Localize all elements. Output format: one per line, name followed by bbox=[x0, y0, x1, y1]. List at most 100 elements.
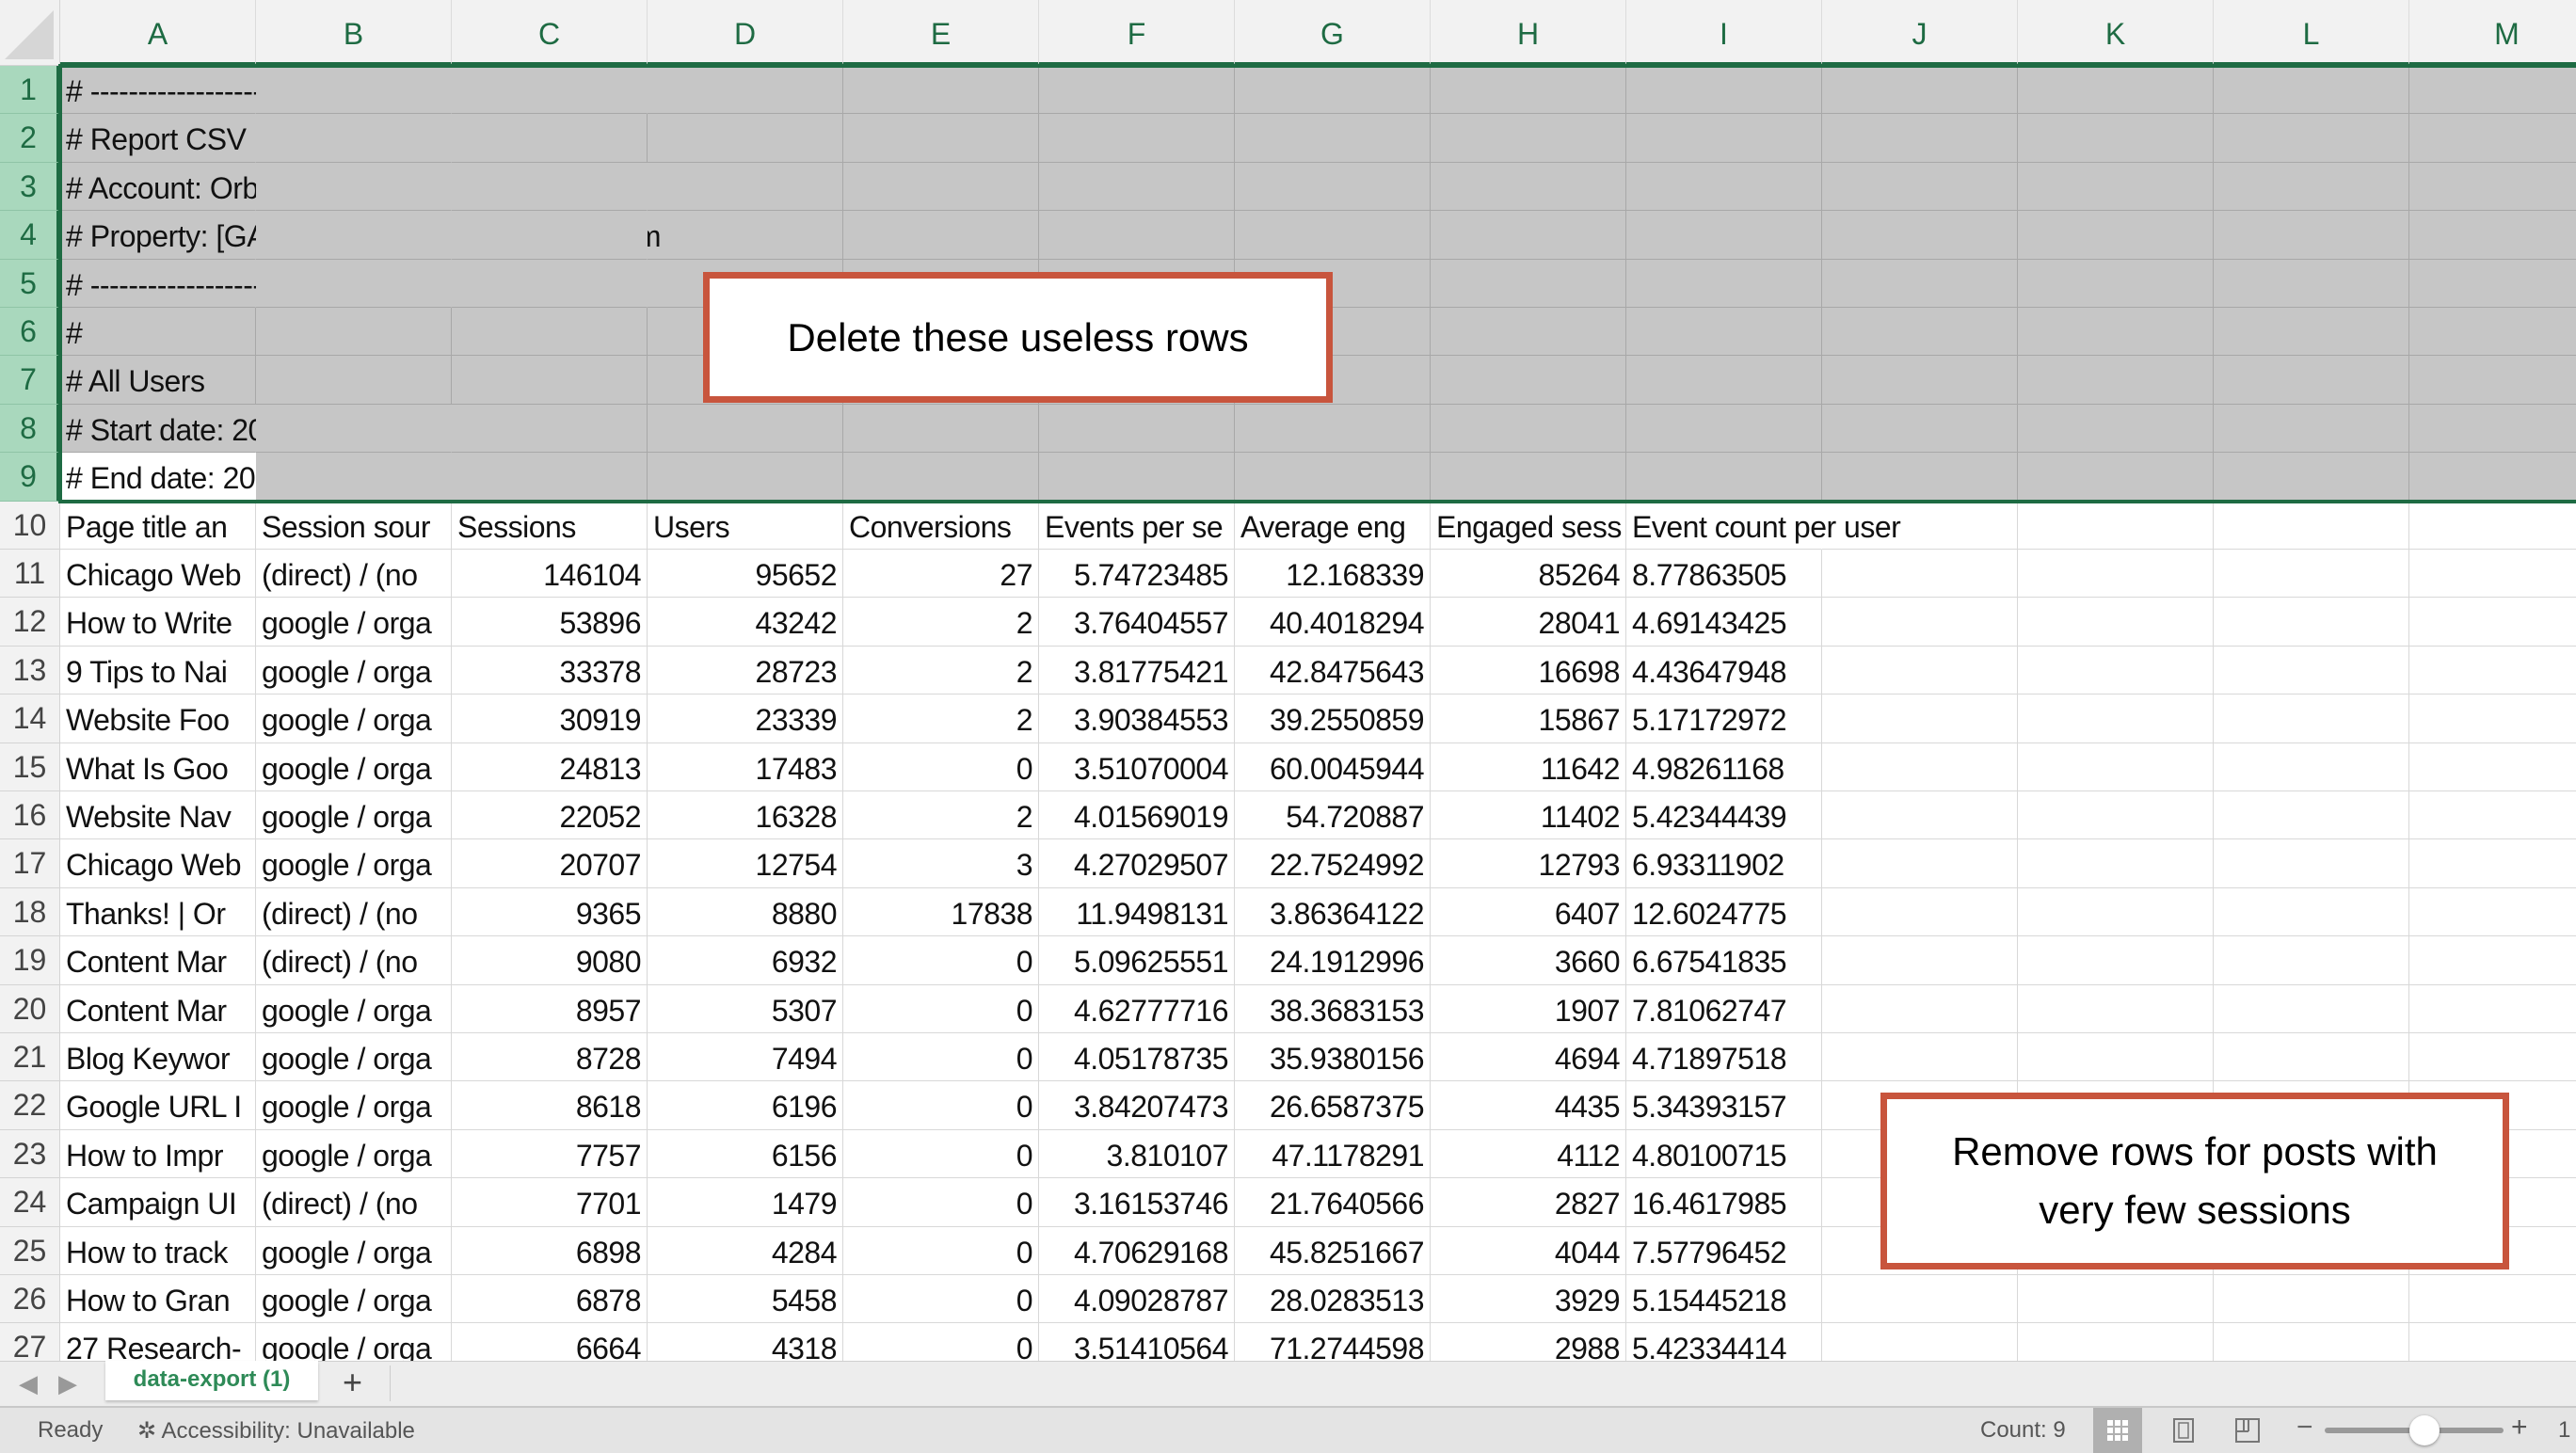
cell[interactable] bbox=[2214, 550, 2409, 599]
column-title[interactable]: Conversions bbox=[843, 501, 1039, 550]
accessibility-status[interactable]: ✲ Accessibility: Unavailable bbox=[137, 1417, 415, 1445]
cell[interactable] bbox=[1431, 308, 1626, 357]
row-header[interactable]: 22 bbox=[0, 1081, 60, 1130]
data-cell[interactable]: 60.0045944 bbox=[1235, 742, 1431, 791]
data-cell[interactable]: 5.42334414 bbox=[1626, 1323, 1822, 1361]
cell[interactable] bbox=[2018, 936, 2214, 985]
data-cell[interactable]: 2988 bbox=[1431, 1323, 1626, 1361]
data-cell[interactable]: 0 bbox=[843, 1033, 1039, 1082]
cell[interactable] bbox=[648, 211, 843, 260]
data-cell[interactable]: 0 bbox=[843, 1323, 1039, 1361]
data-cell[interactable]: 7494 bbox=[648, 1033, 843, 1082]
cell[interactable] bbox=[2214, 695, 2409, 743]
data-cell[interactable]: 28.0283513 bbox=[1235, 1275, 1431, 1324]
row-header[interactable]: 4 bbox=[0, 211, 60, 260]
metadata-cell[interactable]: # End date: 20230821 bbox=[60, 453, 353, 502]
data-cell[interactable]: 16.4617985 bbox=[1626, 1178, 1822, 1227]
data-cell[interactable]: 22052 bbox=[452, 791, 648, 840]
column-title[interactable]: Event count per user bbox=[1626, 502, 1901, 550]
data-cell[interactable]: 7.57796452 bbox=[1626, 1226, 1822, 1275]
cell[interactable] bbox=[1235, 453, 1431, 502]
cell[interactable] bbox=[2018, 404, 2214, 454]
data-cell[interactable]: 5.42344439 bbox=[1626, 791, 1822, 840]
cell[interactable] bbox=[2018, 887, 2214, 937]
data-cell[interactable]: 11.9498131 bbox=[1039, 887, 1235, 937]
cell[interactable] bbox=[1626, 162, 1822, 212]
data-cell[interactable]: 4435 bbox=[1431, 1081, 1626, 1130]
column-title[interactable]: Session sour bbox=[256, 501, 452, 550]
data-cell[interactable]: 6878 bbox=[452, 1275, 648, 1324]
data-cell[interactable]: 16328 bbox=[648, 791, 843, 840]
cell[interactable] bbox=[2409, 211, 2576, 260]
data-cell[interactable]: (direct) / (no bbox=[256, 550, 452, 599]
cell[interactable] bbox=[2409, 502, 2576, 550]
cell[interactable] bbox=[1822, 791, 2018, 840]
data-cell[interactable]: Chicago Web bbox=[60, 839, 256, 888]
cell[interactable] bbox=[2018, 791, 2214, 840]
prev-sheet-icon[interactable]: ◀ bbox=[19, 1369, 38, 1398]
data-cell[interactable]: 4694 bbox=[1431, 1033, 1626, 1082]
cell[interactable] bbox=[2214, 162, 2409, 212]
cell[interactable] bbox=[452, 453, 648, 502]
cell[interactable] bbox=[452, 211, 648, 260]
row-header[interactable]: 1 bbox=[0, 66, 60, 115]
cell[interactable] bbox=[2018, 66, 2214, 115]
data-cell[interactable]: 9365 bbox=[452, 887, 648, 937]
row-header[interactable]: 24 bbox=[0, 1178, 60, 1227]
select-all-corner[interactable] bbox=[0, 0, 60, 66]
cell[interactable] bbox=[1626, 211, 1822, 260]
column-header-g[interactable]: G bbox=[1235, 0, 1431, 66]
cell[interactable] bbox=[1822, 453, 2018, 502]
cell[interactable] bbox=[256, 66, 452, 115]
data-cell[interactable]: 35.9380156 bbox=[1235, 1033, 1431, 1082]
cell[interactable] bbox=[452, 404, 648, 454]
cell[interactable] bbox=[1626, 453, 1822, 502]
cell[interactable] bbox=[2409, 743, 2576, 791]
cell[interactable] bbox=[2018, 259, 2214, 308]
cell[interactable] bbox=[1822, 1275, 2018, 1324]
data-cell[interactable]: 2 bbox=[843, 791, 1039, 840]
data-cell[interactable]: Google URL I bbox=[60, 1081, 256, 1130]
cell[interactable] bbox=[256, 162, 452, 212]
data-cell[interactable]: 3929 bbox=[1431, 1275, 1626, 1324]
metadata-cell[interactable]: # Start date: 20220801 bbox=[60, 404, 362, 454]
cell[interactable] bbox=[1822, 1323, 2018, 1361]
sheet-tab-data-export[interactable]: data-export (1) bbox=[105, 1361, 318, 1400]
row-header[interactable]: 27 bbox=[0, 1323, 60, 1361]
cell[interactable] bbox=[843, 404, 1039, 454]
page-layout-view-button[interactable] bbox=[2159, 1408, 2208, 1453]
data-cell[interactable]: 6156 bbox=[648, 1129, 843, 1179]
row-header[interactable]: 18 bbox=[0, 887, 60, 937]
data-cell[interactable]: 17483 bbox=[648, 742, 843, 791]
column-header-c[interactable]: C bbox=[452, 0, 648, 66]
column-header-h[interactable]: H bbox=[1431, 0, 1626, 66]
column-title[interactable]: Average eng bbox=[1235, 501, 1431, 550]
data-cell[interactable]: 24813 bbox=[452, 742, 648, 791]
data-cell[interactable]: 27 bbox=[843, 550, 1039, 599]
data-cell[interactable]: 53896 bbox=[452, 598, 648, 647]
cell[interactable] bbox=[2214, 356, 2409, 405]
data-cell[interactable]: google / orga bbox=[256, 598, 452, 647]
cell[interactable] bbox=[256, 114, 452, 163]
data-cell[interactable]: google / orga bbox=[256, 695, 452, 743]
data-cell[interactable]: 4.62777716 bbox=[1039, 984, 1235, 1033]
cell[interactable] bbox=[2214, 501, 2409, 550]
cell[interactable] bbox=[843, 114, 1039, 163]
data-cell[interactable]: 45.8251667 bbox=[1235, 1226, 1431, 1275]
data-cell[interactable]: 27 Research- bbox=[60, 1323, 256, 1361]
data-cell[interactable]: 30919 bbox=[452, 695, 648, 743]
data-cell[interactable]: 12754 bbox=[648, 839, 843, 888]
cell[interactable] bbox=[2409, 550, 2576, 599]
column-header-k[interactable]: K bbox=[2018, 0, 2214, 66]
row-header[interactable]: 8 bbox=[0, 404, 60, 454]
column-header-f[interactable]: F bbox=[1039, 0, 1235, 66]
cell[interactable] bbox=[2214, 984, 2409, 1033]
data-cell[interactable]: 7.81062747 bbox=[1626, 984, 1822, 1033]
data-cell[interactable]: 8618 bbox=[452, 1081, 648, 1130]
zoom-slider-thumb[interactable] bbox=[2409, 1415, 2440, 1445]
cell[interactable] bbox=[2409, 888, 2576, 937]
data-cell[interactable]: 42.8475643 bbox=[1235, 646, 1431, 695]
data-cell[interactable]: 47.1178291 bbox=[1235, 1129, 1431, 1179]
metadata-cell[interactable]: # --------------------------------------… bbox=[60, 66, 472, 115]
cell[interactable] bbox=[256, 308, 452, 357]
